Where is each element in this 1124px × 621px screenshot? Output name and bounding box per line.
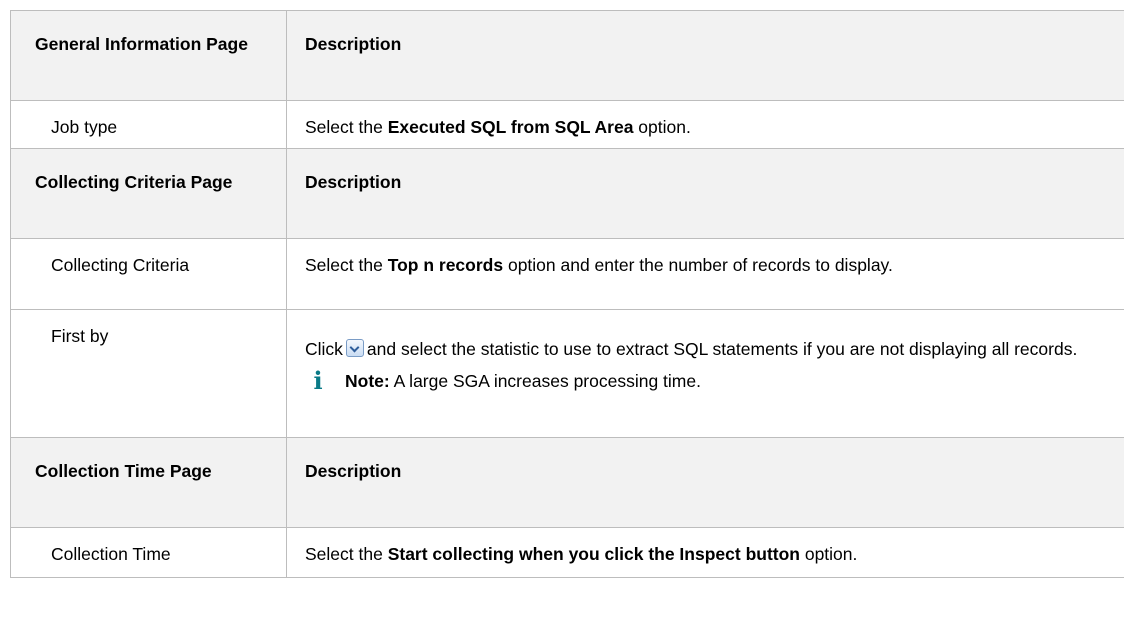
row-description-cell: Click and select the statistic to use to … [286, 309, 1124, 438]
row-label: Collecting Criteria [51, 255, 190, 275]
note-label: Note: [345, 371, 390, 391]
table-header-row: Collecting Criteria Page Description [10, 148, 1124, 239]
row-label-cell: Collecting Criteria [10, 238, 287, 310]
row-description-cell: Select the Top n records option and ente… [286, 238, 1124, 310]
header-label: Collection Time Page [35, 461, 212, 481]
description-text: Select the [305, 544, 388, 564]
row-description-cell: Select the Start collecting when you cli… [286, 527, 1124, 578]
note-text: Note: A large SGA increases processing t… [345, 368, 701, 394]
note-body: A large SGA increases processing time. [389, 371, 701, 391]
note: i Note: A large SGA increases processing… [305, 368, 1114, 394]
header-cell-section: General Information Page [10, 10, 287, 101]
description-text: Select the [305, 117, 388, 137]
first-by-paragraph: Click and select the statistic to use to … [305, 336, 1114, 362]
table-row: Job type Select the Executed SQL from SQ… [10, 100, 1124, 149]
table-header-row: Collection Time Page Description [10, 437, 1124, 528]
option-name: Start collecting when you click the Insp… [387, 544, 800, 564]
row-label: Collection Time [51, 544, 171, 564]
header-cell-description: Description [286, 10, 1124, 101]
header-cell-section: Collection Time Page [10, 437, 287, 528]
row-label-cell: First by [10, 309, 287, 438]
header-cell-section: Collecting Criteria Page [10, 148, 287, 239]
table-row: Collecting Criteria Select the Top n rec… [10, 238, 1124, 310]
option-name: Top n records [387, 255, 504, 275]
row-description: Click and select the statistic to use to … [287, 310, 1124, 394]
option-name: Executed SQL from SQL Area [387, 117, 634, 137]
row-label: Job type [51, 117, 118, 137]
row-label-cell: Job type [10, 100, 287, 149]
options-table: General Information Page Description Job… [10, 10, 1124, 578]
description-text: Click [305, 339, 343, 359]
header-label: Collecting Criteria Page [35, 172, 233, 192]
dropdown-arrow-icon[interactable] [345, 339, 364, 357]
row-description: Select the Executed SQL from SQL Area op… [287, 101, 1124, 140]
row-label-cell: Collection Time [10, 527, 287, 578]
header-cell-description: Description [286, 148, 1124, 239]
description-text: option. [799, 544, 858, 564]
header-description-label: Description [305, 34, 402, 54]
table-row: Collection Time Select the Start collect… [10, 527, 1124, 578]
description-text: option and enter the number of records t… [503, 255, 893, 275]
table-header-row: General Information Page Description [10, 10, 1124, 101]
info-icon: i [313, 366, 323, 395]
table-row: First by Click and select the statistic t… [10, 309, 1124, 438]
description-text: Select the [305, 255, 388, 275]
header-cell-description: Description [286, 437, 1124, 528]
description-text: option. [633, 117, 691, 137]
description-text: and select the statistic to use to extra… [366, 339, 1078, 359]
header-description-label: Description [305, 172, 402, 192]
row-label: First by [51, 326, 109, 346]
header-description-label: Description [305, 461, 402, 481]
row-description: Select the Start collecting when you cli… [287, 528, 1124, 567]
header-label: General Information Page [35, 34, 248, 54]
row-description-cell: Select the Executed SQL from SQL Area op… [286, 100, 1124, 149]
row-description: Select the Top n records option and ente… [287, 239, 1124, 278]
